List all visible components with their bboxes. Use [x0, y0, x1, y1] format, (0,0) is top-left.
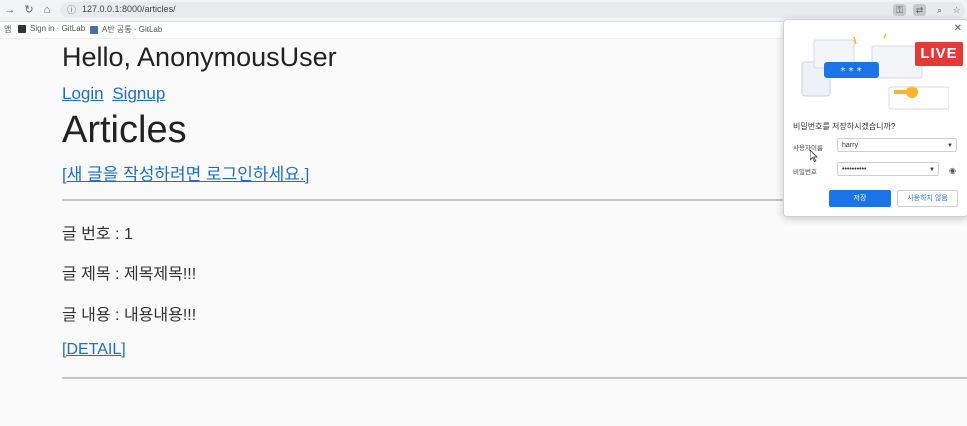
- password-label: 비밀번호: [793, 169, 817, 176]
- bookmark-gitlab-common[interactable]: A반 공통 · GitLab: [90, 24, 162, 35]
- back-icon[interactable]: →: [3, 3, 17, 17]
- bookmark-label: Sign in · GitLab: [30, 24, 86, 33]
- save-password-popup: ✕ * * * LIVE 비밀번호를 저장하시겠습니까? 사용자이름 harry…: [783, 19, 967, 217]
- star-icon[interactable]: ☆: [950, 4, 963, 16]
- home-icon[interactable]: ⌂: [40, 3, 54, 17]
- bookmark-gitlab-signin[interactable]: Sign in · GitLab: [18, 24, 85, 33]
- save-password-question: 비밀번호를 저장하시겠습니까?: [793, 122, 896, 131]
- username-value: harry: [842, 142, 858, 149]
- info-icon[interactable]: ⓘ: [65, 4, 78, 16]
- masked-sample: * * *: [840, 66, 861, 77]
- new-article-link[interactable]: [새 글을 작성하려면 로그인하세요.]: [62, 160, 309, 185]
- url-text[interactable]: 127.0.0.1:8000/articles/: [82, 4, 176, 14]
- detail-link[interactable]: [DETAIL]: [62, 341, 126, 359]
- chevron-down-icon: ▼: [947, 143, 953, 149]
- apps-label[interactable]: 앱: [4, 24, 11, 35]
- article-number: 글 번호 : 1: [62, 226, 133, 243]
- close-icon[interactable]: ✕: [954, 23, 962, 34]
- password-value: ••••••••••: [842, 166, 867, 173]
- login-link[interactable]: Login: [62, 84, 104, 103]
- mouse-cursor-icon: [810, 150, 818, 162]
- never-button[interactable]: 사용하지 않음: [897, 190, 958, 207]
- divider: [62, 377, 967, 379]
- key-icon[interactable]: ⚿: [893, 4, 906, 16]
- article-title: 글 제목 : 제목제목!!!: [62, 266, 197, 283]
- greeting-heading: Hello, AnonymousUser: [62, 42, 337, 72]
- username-field[interactable]: harry ▼: [837, 138, 957, 152]
- gitlab-icon: [90, 25, 98, 34]
- zoom-icon[interactable]: ⌕: [933, 4, 946, 16]
- signup-link[interactable]: Signup: [112, 84, 165, 103]
- live-badge: LIVE: [915, 42, 963, 66]
- page-title: Articles: [62, 109, 187, 151]
- chevron-down-icon: ▼: [929, 167, 935, 173]
- address-bar[interactable]: ⓘ 127.0.0.1:8000/articles/ ⚿ ⇄ ⌕ ☆: [60, 2, 965, 18]
- reload-icon[interactable]: ↻: [22, 3, 36, 17]
- gitlab-icon: [18, 24, 26, 33]
- translate-icon[interactable]: ⇄: [913, 4, 926, 16]
- password-field[interactable]: •••••••••• ▼: [837, 162, 939, 176]
- save-button[interactable]: 저장: [829, 190, 891, 207]
- eye-icon[interactable]: ◉: [949, 166, 956, 175]
- bookmark-label: A반 공통 · GitLab: [102, 25, 163, 34]
- auth-links: Login Signup: [62, 84, 169, 104]
- article-content: 글 내용 : 내용내용!!!: [62, 307, 197, 324]
- username-label: 사용자이름: [793, 145, 823, 152]
